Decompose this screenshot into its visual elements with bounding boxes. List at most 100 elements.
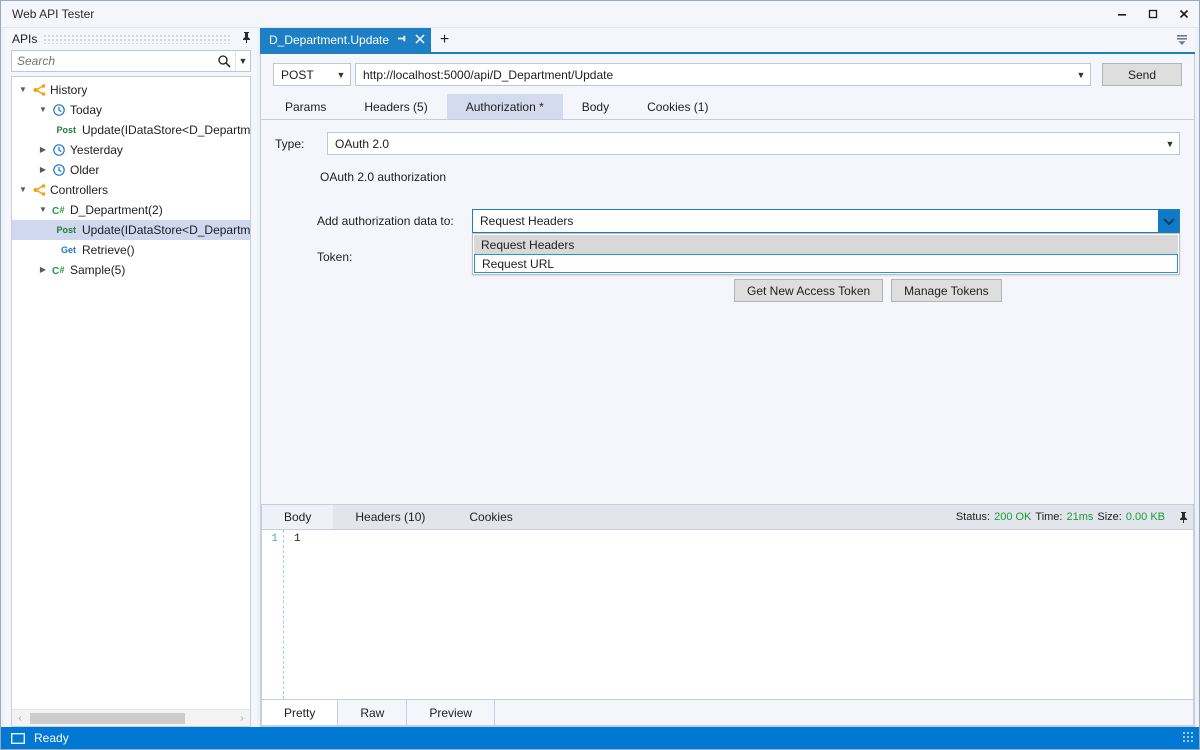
tree-item-label: History (50, 83, 88, 97)
footer-tab-raw[interactable]: Raw (338, 700, 408, 725)
search-box[interactable]: ▼ (11, 50, 251, 72)
tree-item-controller-retrieve[interactable]: Get Retrieve() (12, 240, 250, 260)
search-icon[interactable] (213, 51, 235, 71)
auth-add-to-value: Request Headers (480, 214, 574, 228)
twisty-collapsed-icon[interactable]: ▶ (36, 146, 50, 154)
tree-item-label: Today (70, 103, 103, 117)
response-tab-body[interactable]: Body (262, 505, 334, 529)
twisty-expanded-icon[interactable]: ▼ (36, 106, 50, 114)
size-label: Size: (1097, 511, 1122, 523)
tab-list-icon[interactable] (1169, 28, 1195, 52)
tree-item-history-update[interactable]: Post Update(IDataStore<D_Departme (12, 120, 250, 140)
svg-text:C: C (52, 206, 59, 217)
tree-item-today[interactable]: ▼ Today (12, 100, 250, 120)
chevron-right-icon[interactable]: › (234, 713, 250, 724)
new-tab-button[interactable]: + (431, 28, 458, 52)
tree-item-controllers[interactable]: ▼ Controllers (12, 180, 250, 200)
svg-text:C: C (52, 266, 59, 277)
sidebar-header: APIs (5, 28, 257, 50)
tab-params[interactable]: Params (266, 94, 345, 119)
tree-item-controller-update[interactable]: Post Update(IDataStore<D_Departme (12, 220, 250, 240)
chevron-left-icon[interactable]: ‹ (12, 713, 28, 724)
http-method-select[interactable]: POST ▼ (273, 63, 351, 86)
tree-item-label: Controllers (50, 183, 109, 197)
sidebar-title: APIs (12, 32, 38, 46)
manage-tokens-button[interactable]: Manage Tokens (891, 279, 1002, 302)
tree-item-label: Sample(5) (70, 263, 126, 277)
tree-item-yesterday[interactable]: ▶ Yesterday (12, 140, 250, 160)
csharp-icon: C # (50, 263, 68, 277)
tab-authorization[interactable]: Authorization * (446, 94, 563, 119)
sidebar-drag-grip[interactable] (44, 34, 232, 44)
tree-item-older[interactable]: ▶ Older (12, 160, 250, 180)
twisty-expanded-icon[interactable]: ▼ (36, 206, 50, 214)
sidebar-horizontal-scrollbar[interactable]: ‹ › (12, 709, 250, 726)
footer-tab-pretty[interactable]: Pretty (262, 700, 339, 725)
twisty-collapsed-icon[interactable]: ▶ (36, 166, 50, 174)
resize-grip[interactable] (1183, 732, 1195, 744)
status-value: 200 OK (994, 511, 1032, 523)
clock-icon (50, 103, 68, 117)
chevron-down-icon[interactable]: ▼ (332, 70, 350, 80)
twisty-expanded-icon[interactable]: ▼ (16, 86, 30, 94)
tab-cookies[interactable]: Cookies (1) (628, 94, 727, 119)
authorization-panel: Type: OAuth 2.0 ▼ OAuth 2.0 authorizatio… (261, 120, 1194, 500)
status-label: Status: (955, 511, 991, 523)
footer-tab-preview[interactable]: Preview (407, 700, 496, 725)
search-options-chevron-down-icon[interactable]: ▼ (236, 51, 250, 71)
http-method-value: POST (281, 67, 314, 82)
response-tab-cookies[interactable]: Cookies (447, 505, 534, 529)
tree-item-d-department[interactable]: ▼ C # D_Department(2) (12, 200, 250, 220)
auth-type-row: Type: OAuth 2.0 ▼ (261, 120, 1194, 155)
status-bar: Ready (1, 727, 1199, 749)
tab-body[interactable]: Body (563, 94, 628, 119)
twisty-expanded-icon[interactable]: ▼ (16, 186, 30, 194)
response-pin-icon[interactable] (1173, 505, 1193, 529)
dropdown-option-request-url[interactable]: Request URL (474, 254, 1178, 273)
response-footer-tabs: Pretty Raw Preview (262, 699, 1193, 725)
main-body: APIs ▼ ▼ (1, 28, 1199, 727)
tab-headers[interactable]: Headers (5) (345, 94, 446, 119)
response-tab-headers[interactable]: Headers (10) (333, 505, 447, 529)
footer-tabs-filler (495, 700, 1193, 725)
chevron-down-icon[interactable] (1158, 210, 1179, 232)
tab-title: D_Department.Update (269, 33, 390, 47)
time-label: Time: (1035, 511, 1063, 523)
request-url-input[interactable]: http://localhost:5000/api/D_Department/U… (355, 63, 1091, 86)
sidebar-pin-icon[interactable] (239, 31, 253, 47)
scrollbar-thumb[interactable] (30, 712, 185, 724)
auth-add-to-combobox[interactable]: Request Headers (472, 209, 1180, 233)
send-button[interactable]: Send (1102, 63, 1182, 86)
tree-item-sample[interactable]: ▶ C # Sample(5) (12, 260, 250, 280)
get-new-access-token-button[interactable]: Get New Access Token (734, 279, 884, 302)
line-number-gutter: 1 (262, 530, 284, 699)
minimize-icon[interactable] (1106, 1, 1137, 27)
tab-d-department-update[interactable]: D_Department.Update (260, 28, 432, 52)
response-body-text[interactable]: 1 (284, 530, 1193, 699)
close-icon[interactable] (1168, 1, 1199, 27)
application-window: Web API Tester APIs Search ▼ ▼ History ▼… (0, 0, 1200, 750)
time-value: 21ms (1066, 511, 1094, 523)
response-status-summary: Status: 200 OK Time: 21ms Size: 0.00 KB (956, 505, 1173, 529)
main-panel: D_Department.Update + POST ▼ http://loca… (260, 28, 1195, 727)
csharp-icon: C # (50, 203, 68, 217)
tab-pin-icon[interactable] (397, 33, 408, 47)
chevron-down-icon[interactable]: ▼ (1161, 139, 1179, 149)
api-tree-panel: ▼ History ▼ Today Post Update(IDataStore… (11, 76, 251, 727)
tab-close-icon[interactable] (415, 33, 425, 47)
tree-item-label: Retrieve() (82, 243, 135, 257)
tree-item-history[interactable]: ▼ History (12, 80, 250, 100)
clock-icon (50, 143, 68, 157)
response-body-editor[interactable]: 1 1 (262, 530, 1193, 699)
search-input[interactable] (12, 54, 213, 68)
twisty-collapsed-icon[interactable]: ▶ (36, 266, 50, 274)
maximize-icon[interactable] (1137, 1, 1168, 27)
response-header-filler (535, 505, 956, 529)
chevron-down-icon[interactable]: ▼ (1072, 70, 1090, 80)
auth-type-select[interactable]: OAuth 2.0 ▼ (327, 132, 1180, 155)
branch-icon (30, 183, 48, 197)
tree-item-label: Update(IDataStore<D_Departme (82, 223, 250, 237)
tree-item-label: Older (70, 163, 100, 177)
request-url-value: http://localhost:5000/api/D_Department/U… (363, 67, 614, 82)
dropdown-option-request-headers[interactable]: Request Headers (474, 235, 1178, 254)
